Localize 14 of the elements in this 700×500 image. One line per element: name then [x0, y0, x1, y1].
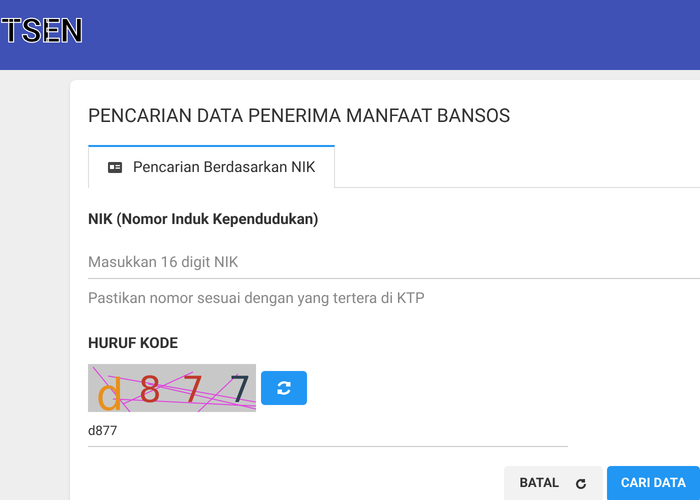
- captcha-input-field[interactable]: d877: [88, 422, 568, 446]
- logo-text: TSEN: [1, 14, 84, 48]
- id-card-icon: [108, 162, 122, 173]
- refresh-icon: [276, 380, 292, 396]
- card-title: PENCARIAN DATA PENERIMA MANFAAT BANSOS: [88, 103, 512, 126]
- refresh-button[interactable]: [261, 370, 307, 404]
- cancel-button[interactable]: BATAL: [504, 466, 604, 500]
- field-label: NIK (Nomor Induk Kependudukan): [88, 209, 320, 230]
- captcha-label: HURUF KODE: [88, 333, 179, 354]
- hint-text: Pastikan nomor sesuai dengan yang tertera di KTP: [88, 288, 426, 308]
- tab[interactable]: Pencarian Berdasarkan NIK: [88, 145, 335, 188]
- captcha-character: d: [96, 370, 124, 412]
- reload-icon: [575, 478, 588, 490]
- nik-input-field[interactable]: Masukkan 16 digit NIK: [88, 246, 700, 278]
